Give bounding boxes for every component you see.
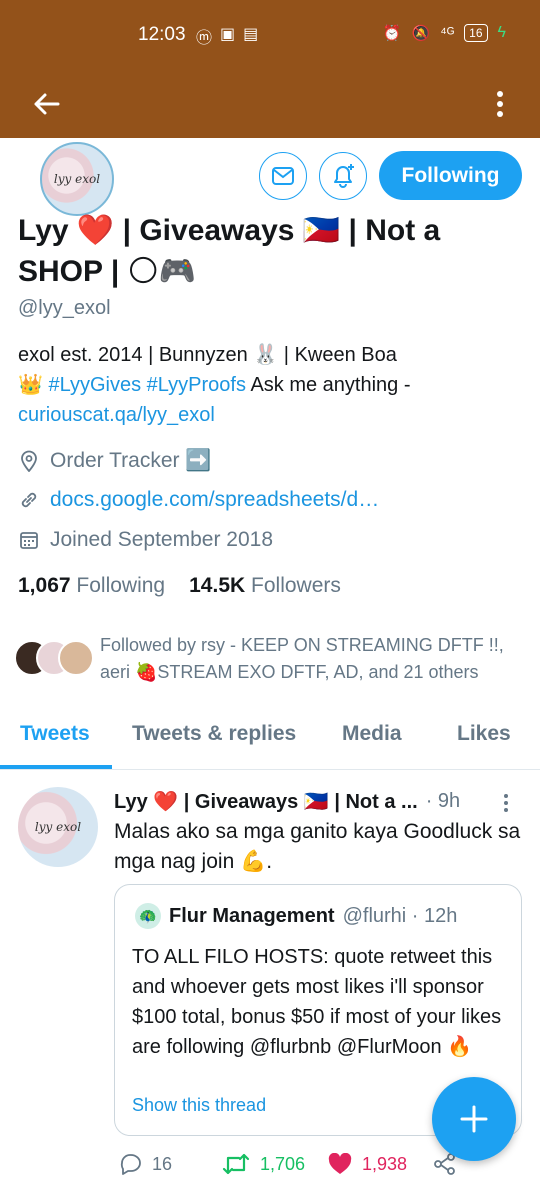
tweet-actions: 16 1,706 1,938 [114,1153,514,1183]
following-count: 1,067 [18,574,71,597]
system-icons: ⏰ 🔕 ⁴ᴳ 16 ϟ [383,24,506,42]
tab-media[interactable]: Media [342,722,402,746]
more-vertical-icon [504,794,508,812]
reply-button[interactable]: 16 [118,1153,172,1175]
following-count-link[interactable]: 1,067 Following [18,574,165,598]
compose-tweet-button[interactable] [432,1077,516,1161]
active-tab-indicator [0,765,112,769]
like-count: 1,938 [362,1153,408,1174]
tweet-author-name: Lyy ❤️ | Giveaways 🇵🇭 | Not a ... [114,791,418,813]
location-text: Order Tracker ➡️ [50,449,212,472]
mail-icon [272,167,294,185]
outlook-icon: ▤ [243,26,259,43]
quoted-author-meta: @flurhi · 12h [342,904,458,927]
tweet-text: Malas ako sa mga ganito kaya Goodluck sa… [114,820,521,873]
mute-icon: 🔕 [411,25,431,42]
more-options-button[interactable] [480,80,520,128]
message-button[interactable] [259,152,307,200]
profile-avatar[interactable]: lyy exol [36,138,118,220]
reply-icon [120,1154,141,1175]
profile-handle: @lyy_exol [18,297,111,319]
quoted-tweet-text: TO ALL FILO HOSTS: quote retweet this an… [132,946,502,1058]
status-time: 12:03 [138,24,186,45]
hashtag-lyygives[interactable]: #LyyGives [48,374,141,396]
notification-icons: ⓜ ▣ ▤ [196,24,258,48]
more-vertical-icon [497,91,503,117]
curiouscat-link[interactable]: curiouscat.qa/lyy_exol [18,404,215,426]
calendar-icon [18,529,40,551]
following-label: Following [76,574,166,597]
tweet-avatar[interactable]: lyy exol [18,787,98,867]
avatar [58,640,94,676]
app-bar [0,70,540,138]
back-button[interactable] [22,80,70,128]
link-icon [18,489,40,511]
website-row: docs.google.com/spreadsheets/d… [18,488,379,512]
website-link[interactable]: docs.google.com/spreadsheets/d… [50,488,379,512]
plus-icon [460,1105,488,1133]
like-button[interactable]: 1,938 [328,1153,407,1175]
quoted-author-avatar: 🦚 [135,903,161,929]
heart-icon [328,1153,352,1174]
profile-tabs: Tweets Tweets & replies Media Likes [0,706,540,770]
joined-row: Joined September 2018 [18,528,273,552]
followed-by-row[interactable]: Followed by rsy - KEEP ON STREAMING DFTF… [14,632,524,686]
show-thread-link[interactable]: Show this thread [132,1095,266,1116]
bio-line: exol est. 2014 | Bunnyzen 🐰 | Kween Boa [18,344,397,366]
tweet-more-button[interactable] [496,791,516,815]
crown-emoji: 👑 [18,374,49,396]
followed-by-avatars [14,640,98,684]
teams-icon: ▣ [220,26,236,43]
status-bar: 12:03 ⓜ ▣ ▤ ⏰ 🔕 ⁴ᴳ 16 ϟ [0,0,540,70]
profile-name: Lyy ❤️ | Giveaways 🇵🇭 | Not a SHOP | 🌕🎮 [18,214,441,288]
tweet-time: · 9h [425,790,461,812]
followers-label: Followers [251,574,341,597]
following-button[interactable]: Following [379,151,522,200]
alarm-icon: ⏰ [382,25,402,42]
joined-text: Joined September 2018 [50,528,273,551]
quoted-tweet-header: 🦚 Flur Management @flurhi · 12h [135,903,457,929]
notifications-button[interactable] [319,152,367,200]
retweet-count: 1,706 [260,1153,306,1174]
location-row: Order Tracker ➡️ [18,449,212,473]
battery-icon: 16 [464,24,488,42]
back-arrow-icon [34,93,60,115]
profile-avatar-image: lyy exol [40,142,114,216]
retweet-button[interactable]: 1,706 [222,1153,305,1175]
share-button[interactable] [434,1153,456,1175]
bell-plus-icon [334,164,354,188]
location-pin-icon [18,450,40,472]
followers-count: 14.5K [189,574,246,597]
signal-icon: ⁴ᴳ [440,24,455,42]
charging-icon: ϟ [497,24,506,41]
follow-counts: 1,067 Following 14.5K Followers [18,574,341,598]
bio-line: 👑 #LyyGives #LyyProofs Ask me anything - [18,370,528,400]
share-icon [434,1153,455,1175]
followed-by-text: Followed by rsy - KEEP ON STREAMING DFTF… [100,635,504,682]
reply-count: 16 [152,1153,173,1174]
tab-likes[interactable]: Likes [457,722,511,746]
followers-count-link[interactable]: 14.5K Followers [189,574,341,598]
tab-tweets[interactable]: Tweets [20,722,90,746]
bio-text: Ask me anything - [245,374,411,396]
tweet-header: Lyy ❤️ | Giveaways 🇵🇭 | Not a ... · 9h [114,789,524,814]
quoted-author-name: Flur Management [169,904,335,927]
profile-bio: exol est. 2014 | Bunnyzen 🐰 | Kween Boa … [18,340,528,430]
retweet-icon [222,1153,250,1175]
tab-tweets-replies[interactable]: Tweets & replies [132,722,296,746]
messenger-icon: ⓜ [196,30,213,47]
hashtag-lyyproofs[interactable]: #LyyProofs [147,374,246,396]
